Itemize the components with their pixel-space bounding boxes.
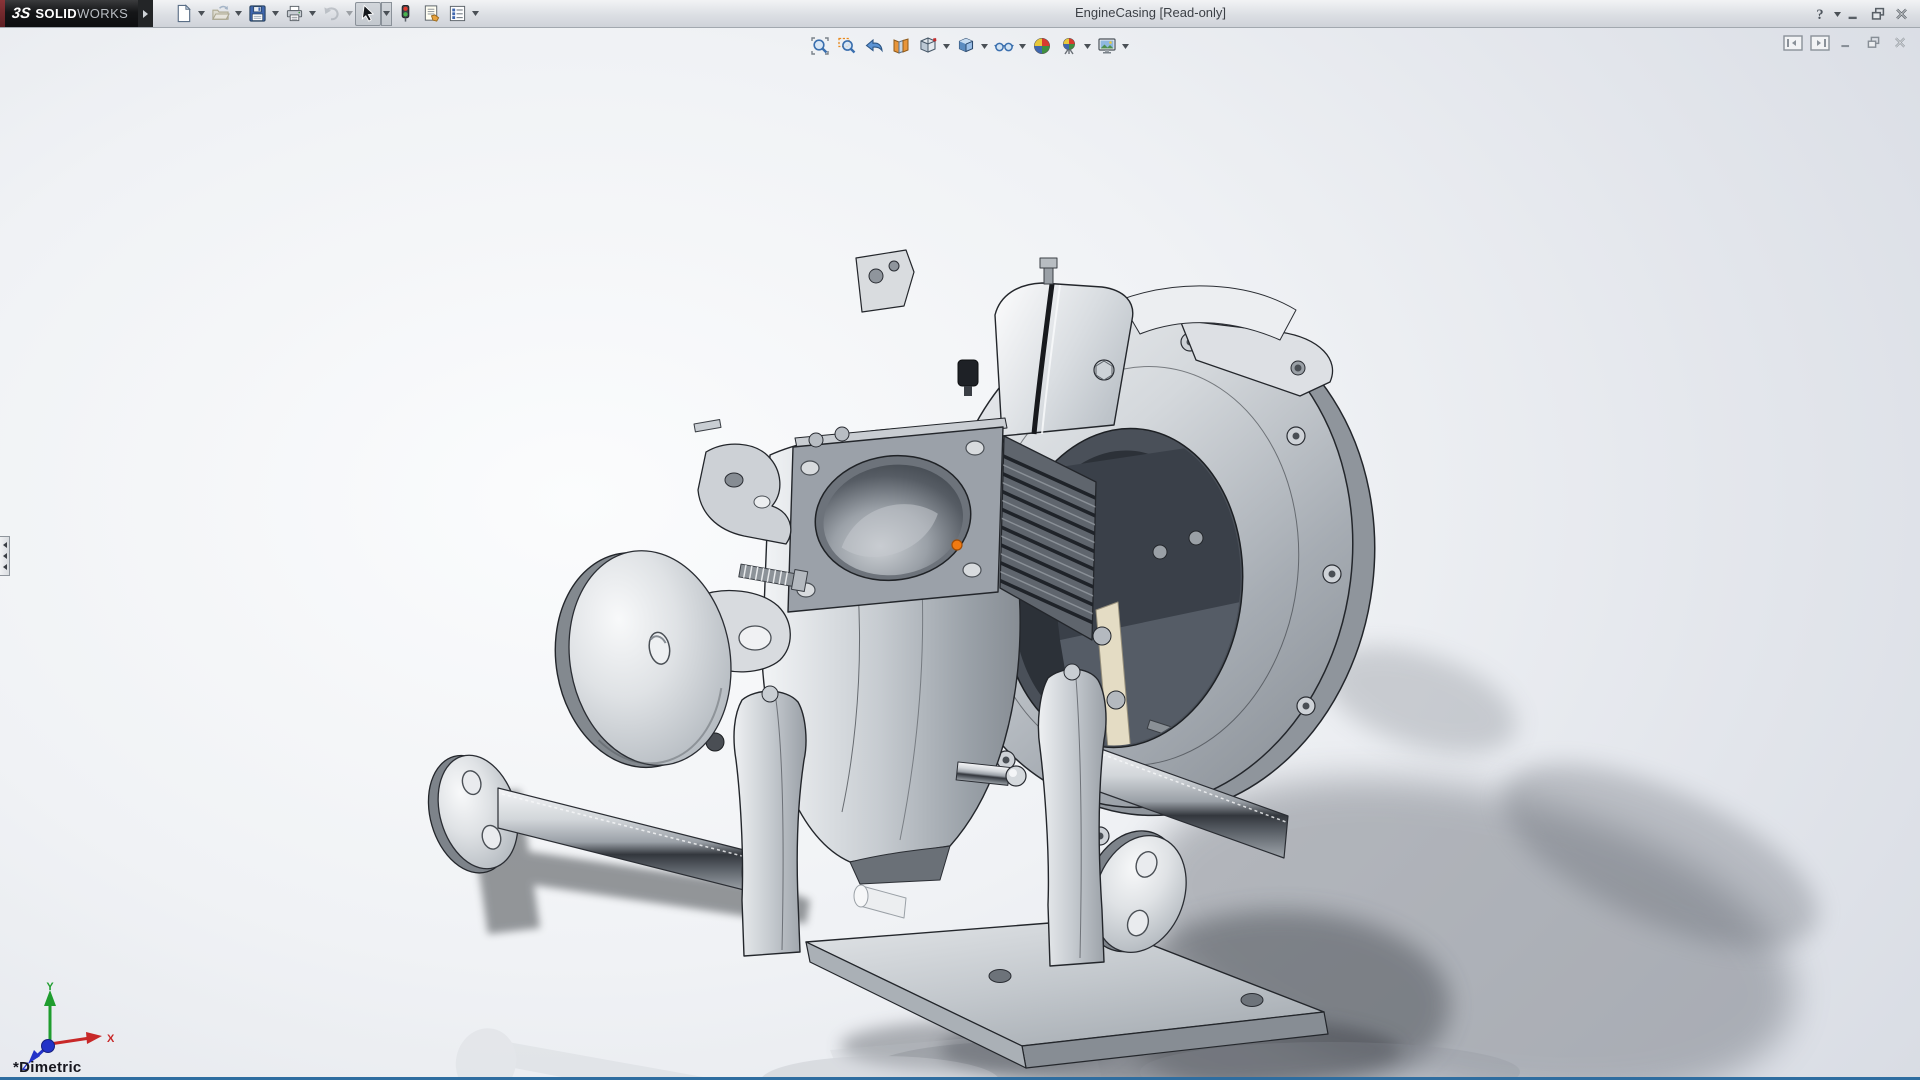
apply-scene-caret[interactable]	[1082, 33, 1093, 59]
new-document-button[interactable]	[170, 2, 196, 26]
zoom-to-fit-icon	[810, 36, 830, 56]
help-icon: ?	[1811, 5, 1829, 23]
brand-solid-text: SOLID	[35, 6, 77, 21]
top-bracket[interactable]	[856, 250, 914, 312]
doc-minimize-icon	[1838, 34, 1855, 51]
section-view-button[interactable]	[887, 33, 914, 59]
print-button[interactable]	[281, 2, 307, 26]
headsup-view-toolbar	[806, 32, 1131, 60]
view-orientation-button[interactable]	[914, 33, 941, 59]
document-window-controls	[1781, 33, 1912, 52]
svg-text:?: ?	[1816, 7, 1823, 23]
new-document-icon	[174, 4, 193, 23]
print-icon	[285, 4, 304, 23]
window-restore-button[interactable]	[1866, 3, 1890, 25]
options-icon	[448, 4, 467, 23]
hide-show-items-caret[interactable]	[1017, 33, 1028, 59]
collapse-arrow-icon	[3, 542, 7, 548]
display-style-caret[interactable]	[979, 33, 990, 59]
previous-view-icon	[864, 36, 884, 56]
stub-cylinder[interactable]	[854, 885, 906, 918]
rebuild-button[interactable]	[392, 2, 418, 26]
display-style-button[interactable]	[952, 33, 979, 59]
solidworks-logo[interactable]: 3S SOLIDWORKS	[0, 0, 138, 27]
section-view-icon	[891, 36, 911, 56]
open-document-button[interactable]	[207, 2, 233, 26]
model-scene[interactable]	[0, 28, 1920, 1077]
view-settings-caret[interactable]	[1120, 33, 1131, 59]
axis-x-label: X	[107, 1033, 114, 1045]
file-properties-icon	[422, 4, 441, 23]
brand-3ds-mark: 3S	[11, 5, 32, 22]
hide-show-items-icon	[994, 36, 1014, 56]
edit-appearance-button[interactable]	[1028, 33, 1055, 59]
view-orientation-label: *Dimetric	[13, 1059, 82, 1076]
window-close-button[interactable]	[1890, 3, 1914, 25]
window-title: EngineCasing [Read-only]	[1075, 0, 1226, 27]
edit-appearance-icon	[1032, 36, 1052, 56]
standard-toolbar	[170, 1, 481, 26]
cap-hex-bolt[interactable]	[1094, 360, 1114, 380]
title-bar: 3S SOLIDWORKS EngineCasing [Read-only] ?	[0, 0, 1920, 28]
save-icon	[248, 4, 267, 23]
doc-minimize-button[interactable]	[1835, 33, 1858, 52]
window-restore-icon	[1869, 5, 1887, 23]
rebuild-icon	[396, 4, 415, 23]
options-button[interactable]	[444, 2, 470, 26]
undo-icon	[322, 4, 341, 23]
graphics-area[interactable]: Y X Z *Dimetric	[0, 28, 1920, 1080]
split-right-icon	[1810, 35, 1830, 51]
open-document-icon	[211, 4, 230, 23]
window-minimize-button[interactable]	[1842, 3, 1866, 25]
zoom-to-area-icon	[837, 36, 857, 56]
split-right-button[interactable]	[1808, 33, 1831, 52]
collapse-arrow-icon	[3, 553, 7, 559]
hide-show-items-button[interactable]	[990, 33, 1017, 59]
apply-scene-icon	[1059, 36, 1079, 56]
window-close-icon	[1893, 5, 1911, 23]
print-caret[interactable]	[307, 2, 318, 26]
new-document-caret[interactable]	[196, 2, 207, 26]
menu-flyout-button[interactable]	[138, 0, 153, 27]
view-orientation-caret[interactable]	[941, 33, 952, 59]
black-knob[interactable]	[958, 360, 978, 386]
doc-restore-icon	[1865, 34, 1882, 51]
undo-caret[interactable]	[344, 2, 355, 26]
brand-works-text: WORKS	[77, 6, 128, 21]
options-caret[interactable]	[470, 2, 481, 26]
selection-point[interactable]	[952, 540, 962, 550]
select-caret[interactable]	[381, 2, 392, 26]
logo-red-accent	[0, 0, 5, 27]
help-caret[interactable]	[1832, 3, 1842, 25]
previous-view-button[interactable]	[860, 33, 887, 59]
select-button[interactable]	[355, 2, 381, 26]
split-left-icon	[1783, 35, 1803, 51]
titlebar-controls: ?	[1808, 2, 1914, 26]
view-settings-button[interactable]	[1093, 33, 1120, 59]
featuremanager-flyout-tab[interactable]	[0, 536, 10, 576]
view-settings-icon	[1097, 36, 1117, 56]
axis-y-label: Y	[46, 981, 54, 993]
doc-close-icon	[1892, 34, 1909, 51]
doc-close-button[interactable]	[1889, 33, 1912, 52]
menu-flyout-arrow-icon	[143, 10, 148, 18]
display-style-icon	[956, 36, 976, 56]
doc-restore-button[interactable]	[1862, 33, 1885, 52]
zoom-to-fit-button[interactable]	[806, 33, 833, 59]
save-caret[interactable]	[270, 2, 281, 26]
help-button[interactable]: ?	[1808, 3, 1832, 25]
view-orientation-icon	[918, 36, 938, 56]
open-document-caret[interactable]	[233, 2, 244, 26]
split-left-button[interactable]	[1781, 33, 1804, 52]
file-properties-button[interactable]	[418, 2, 444, 26]
save-button[interactable]	[244, 2, 270, 26]
select-icon	[359, 4, 378, 23]
collapse-arrow-icon	[3, 564, 7, 570]
window-minimize-icon	[1845, 5, 1863, 23]
apply-scene-button[interactable]	[1055, 33, 1082, 59]
undo-button[interactable]	[318, 2, 344, 26]
zoom-to-area-button[interactable]	[833, 33, 860, 59]
